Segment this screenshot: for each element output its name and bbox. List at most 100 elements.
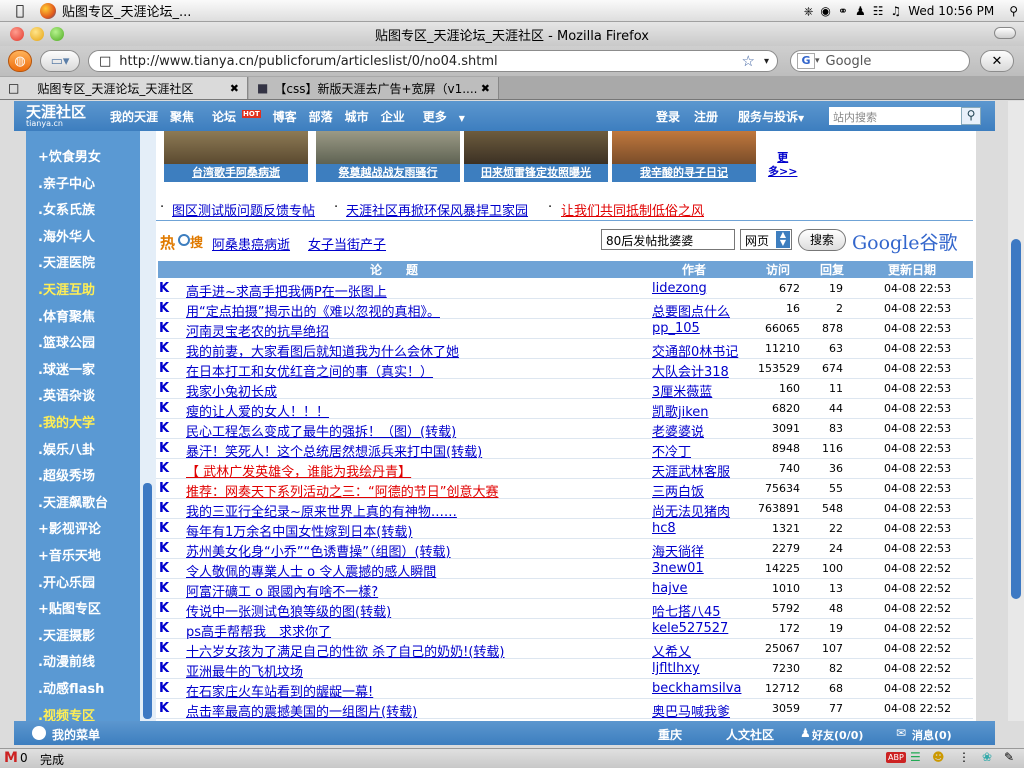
extension-dots-icon[interactable]: ⋮ [958,750,970,764]
topic-marker[interactable]: K [159,681,169,696]
nav-my-tianya[interactable]: 我的天涯 [110,108,158,125]
adblock-icon[interactable]: ABP [886,752,906,763]
stop-button[interactable]: ✕ [980,50,1014,72]
hot-search-link-2[interactable]: 女子当街产子 [308,234,386,253]
nav-blog[interactable]: 博客 [273,108,297,125]
login-link[interactable]: 登录 [656,108,680,125]
thumb-image-2[interactable] [316,131,460,164]
sidebar-item[interactable]: .球迷一家 [38,359,95,378]
sync-icon[interactable]: ◉ [820,4,830,18]
topic-author-link[interactable]: pp_105 [652,321,700,336]
sidebar-item[interactable]: .篮球公园 [38,332,95,351]
topic-author-link[interactable]: 哈七搭八45 [652,601,721,620]
nav-enterprise[interactable]: 企业 [381,108,405,125]
headphones-icon[interactable]: ⚭ [838,4,848,18]
topic-author-link[interactable]: lidezong [652,281,707,296]
topic-marker[interactable]: K [159,301,169,316]
sidebar-item[interactable]: .海外华人 [38,226,95,245]
nav-more[interactable]: 更多 ▼ [417,108,471,125]
sidebar-item[interactable]: +音乐天地 [38,545,101,564]
footer-friends-link[interactable]: 好友(0/0) [812,727,863,743]
nav-forum[interactable]: 论坛 HOT [206,108,261,125]
notice-link-environment[interactable]: 天涯社区再掀环保风暴捍卫家园 [346,200,528,219]
topic-author-link[interactable]: beckhamsilva [652,681,741,696]
nav-tribe[interactable]: 部落 [309,108,333,125]
thumb-caption-2[interactable]: 祭奠越战战友雨骚行 [316,164,460,182]
topic-author-link[interactable]: 3厘米薇蓝 [652,381,712,400]
topic-marker[interactable]: K [159,421,169,436]
thumb-image-3[interactable] [464,131,608,164]
topic-author-link[interactable]: 三两白饭 [652,481,704,500]
topic-title-link[interactable]: 高手进~求高手把我俩P在一张图上 [186,281,646,300]
topic-marker[interactable]: K [159,381,169,396]
sidebar-item[interactable]: .视频专区 [38,705,95,721]
topic-marker[interactable]: K [159,361,169,376]
sidebar-item[interactable]: .体育聚焦 [38,306,95,325]
topic-title-link[interactable]: 我的三亚行全纪录~原来世界上真的有神物…… [186,501,646,520]
topic-author-link[interactable]: 不冷丁 [652,441,691,460]
spotlight-icon[interactable]: ⚲ [1009,4,1018,18]
topic-marker[interactable]: K [159,661,169,676]
topic-marker[interactable]: K [159,521,169,536]
close-window-button[interactable] [10,27,24,41]
page-scrollbar[interactable] [1008,101,1024,721]
services-menu[interactable]: 服务与投诉▼ [738,108,804,125]
topic-author-link[interactable]: 大队会计318 [652,361,729,380]
topic-title-link[interactable]: 苏州美女化身“小乔”“色诱曹操”（组图）(转载) [186,541,646,560]
sidebar-item[interactable]: .娱乐八卦 [38,439,95,458]
topic-marker[interactable]: K [159,621,169,636]
topic-title-link[interactable]: 每年有1万余名中国女性嫁到日本(转载) [186,521,646,540]
sidebar-item[interactable]: .天涯摄影 [38,625,95,644]
topic-author-link[interactable]: 凯歌jiken [652,401,709,420]
wifi-icon[interactable]: ☷ [873,4,884,18]
tab-css-style[interactable]: ■ 【css】新版天涯去广告+宽屏（v1.... ✖ [249,77,499,99]
search-scope-select[interactable]: 网页 ▲ ▼ [740,229,792,250]
topic-title-link[interactable]: 阿富汗礦工 o 跟國內有啥不一樣? [186,581,646,600]
topic-author-link[interactable]: 天涯武林客服 [652,461,730,480]
topic-marker[interactable]: K [159,481,169,496]
topic-title-link[interactable]: 河南灵宝老农的抗旱绝招 [186,321,646,340]
minimize-window-button[interactable] [30,27,44,41]
sidebar-item[interactable]: .动感flash [38,678,104,697]
footer-messages-link[interactable]: 消息(0) [912,727,952,743]
footer-chongqing-link[interactable]: 重庆 [658,726,682,743]
topic-author-link[interactable]: 尚无法见猪肉 [652,501,730,520]
sidebar-item[interactable]: .开心乐园 [38,572,95,591]
topic-title-link[interactable]: 暴汗！笑死人！这个总统居然想派兵来打中国(转载) [186,441,646,460]
topic-title-link[interactable]: 亚洲最牛的飞机坟场 [186,661,646,680]
topic-marker[interactable]: K [159,401,169,416]
thumb-caption-3[interactable]: 田来烦雷锋定妆照曝光 [464,164,608,182]
sidebar-item[interactable]: .天涯互助 [38,279,95,298]
sidebar-item[interactable]: .我的大学 [38,412,95,431]
thumb-caption-4[interactable]: 我辛酸的寻子日记 [612,164,756,182]
tab-tianya-forum[interactable]: □ 贴图专区_天涯论坛_天涯社区 ✖ [0,77,248,99]
extension-bars-icon[interactable]: ☰ [910,750,921,764]
clock-text[interactable]: Wed 10:56 PM [908,4,994,18]
bookmark-star-icon[interactable]: ☆ [742,52,755,70]
topic-author-link[interactable]: kele527527 [652,621,728,636]
topic-author-link[interactable]: 老婆婆说 [652,421,704,440]
topic-title-link[interactable]: 在日本打工和女优红音之间的事（真实！） [186,361,646,380]
sidebar-item[interactable]: .亲子中心 [38,173,95,192]
site-search-input[interactable]: 站内搜索 [829,107,961,125]
search-bar[interactable]: G ▾ Google [790,50,970,72]
sidebar-item[interactable]: .超级秀场 [38,465,95,484]
zoom-window-button[interactable] [50,27,64,41]
sidebar-item[interactable]: .天涯飙歌台 [38,492,108,511]
apple-menu-icon[interactable]:  [0,3,40,19]
topic-title-link[interactable]: 推荐：网奏天下系列活动之三：“阿德的节日”创意大赛 [186,481,646,500]
topic-title-link[interactable]: 我家小兔初长成 [186,381,646,400]
notice-link-feedback[interactable]: 图区测试版问题反馈专帖 [172,200,315,219]
tab-close-icon[interactable]: ✖ [230,82,239,95]
toolbar-toggle-button[interactable] [994,27,1016,39]
topic-title-link[interactable]: ps高手帮帮我 求求你了 [186,621,646,640]
bookmarks-menu-button[interactable]: ▭▾ [40,50,80,72]
page-scrollbar-thumb[interactable] [1011,239,1021,599]
topic-author-link[interactable]: 海天徜徉 [652,541,704,560]
tab-close-icon[interactable]: ✖ [481,82,490,95]
sidebar-item[interactable]: .女系氏族 [38,199,95,218]
sidebar-item[interactable]: +影视评论 [38,518,101,537]
topic-marker[interactable]: K [159,281,169,296]
volume-icon[interactable]: ♫ [890,4,901,18]
url-text[interactable]: http://www.tianya.cn/publicforum/article… [119,54,497,69]
